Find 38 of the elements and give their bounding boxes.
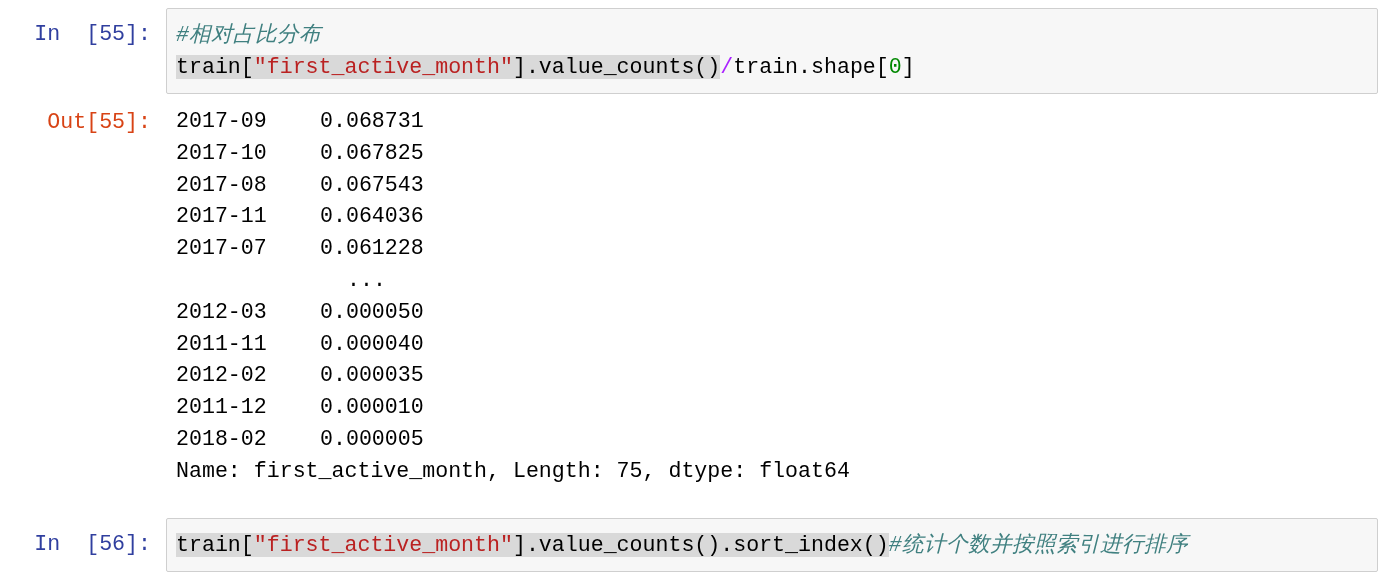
series-value: 0.068731 — [320, 108, 424, 135]
code-token: 0 — [888, 55, 902, 79]
series-value: 0.000040 — [320, 330, 424, 358]
series-value: 0.061228 — [320, 235, 424, 263]
code-token: train[ — [176, 532, 254, 557]
code-token: train[ — [176, 55, 254, 79]
input-prompt: In [56]: — [33, 530, 152, 558]
code-token: "first_active_month" — [253, 532, 513, 557]
series-value: 0.000050 — [320, 298, 424, 326]
code-token: ] — [901, 55, 915, 79]
series-value: 0.000035 — [320, 362, 424, 390]
series-value: 0.067825 — [320, 139, 424, 167]
output-prompt: Out[55]: — [46, 109, 152, 136]
series-index: 2017-09 — [176, 108, 268, 135]
code-cell[interactable]: train["first_active_month"].value_counts().sort_index()#统计个数并按照索引进行排序 — [166, 517, 1378, 572]
series-value: 0.000010 — [320, 394, 424, 422]
code-token: / — [720, 55, 734, 79]
series-index: 2011-12 — [176, 394, 268, 422]
series-index: 2017-11 — [176, 203, 268, 231]
series-index: 2017-08 — [176, 171, 268, 199]
series-summary: Name: first_active_month, Length: 75, dtype: float64 — [176, 457, 850, 485]
series-index: 2018-02 — [176, 425, 268, 453]
series-value: 0.067543 — [320, 171, 424, 199]
code-comment: #相对占比分布 — [176, 23, 321, 47]
code-token: ].value_counts() — [512, 55, 721, 79]
code-token: ].value_counts().sort_index() — [512, 532, 889, 557]
input-prompt: In [55]: — [33, 21, 152, 48]
series-index: 2012-03 — [176, 298, 268, 326]
series-value: 0.064036 — [320, 203, 424, 231]
series-index: 2017-07 — [176, 235, 268, 263]
series-value: 0.000005 — [320, 425, 424, 453]
ellipsis: ... — [346, 267, 386, 294]
series-index: 2012-02 — [176, 362, 268, 390]
series-index: 2017-10 — [176, 139, 268, 167]
code-cell[interactable]: #相对占比分布 train["first_active_month"].value_counts()/train.shape[0] — [166, 8, 1378, 94]
series-index: 2011-11 — [176, 330, 268, 358]
code-token: "first_active_month" — [253, 55, 513, 79]
code-token: train.shape[ — [733, 55, 889, 79]
